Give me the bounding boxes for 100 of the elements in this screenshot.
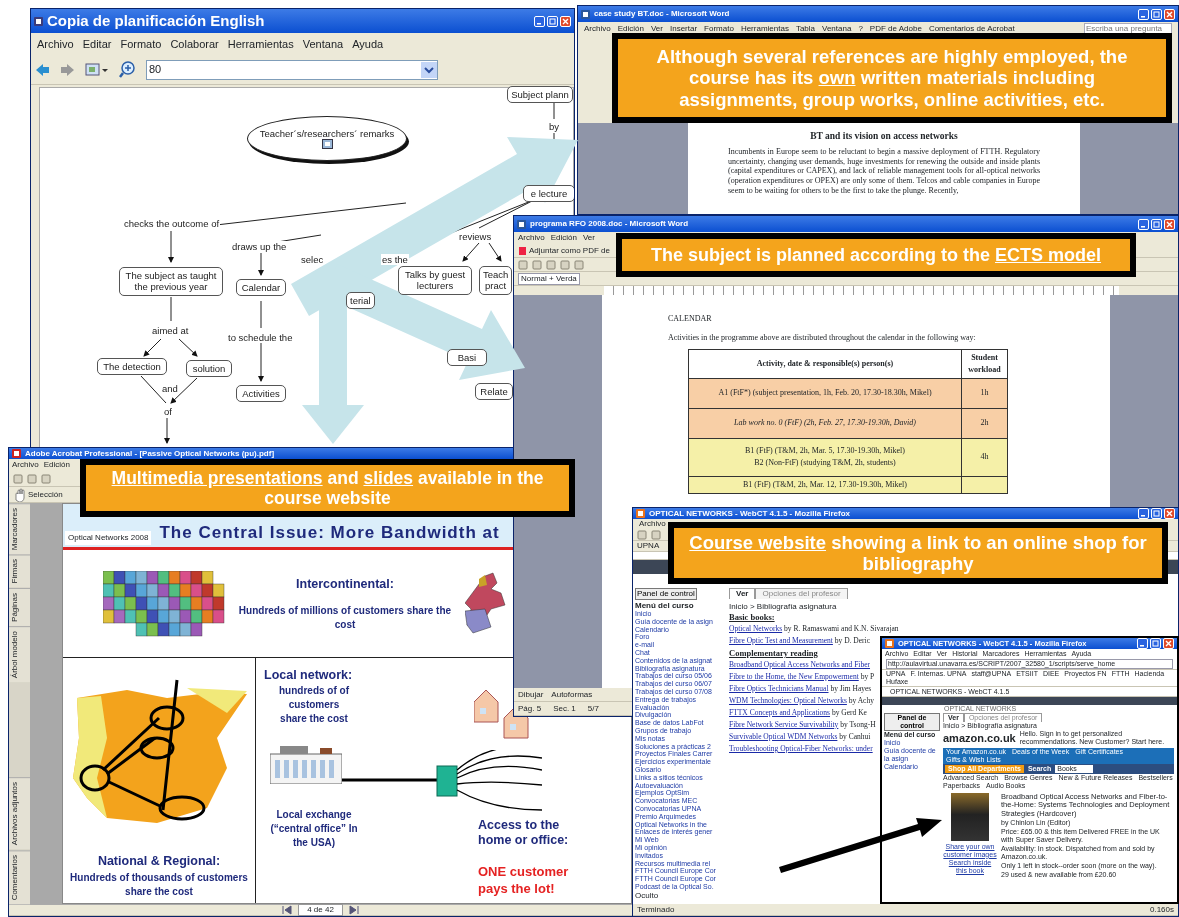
menu-item[interactable]: Comentarios de Acrobat — [928, 22, 1015, 35]
minimize-button[interactable] — [534, 15, 545, 27]
concept-node[interactable]: terial — [346, 292, 375, 310]
menu-item[interactable]: Formato — [120, 35, 162, 53]
menu-item[interactable]: Herramientas — [227, 35, 294, 53]
first-page-icon[interactable] — [282, 905, 293, 915]
concept-node[interactable]: Teach pract — [479, 266, 512, 295]
select-tool[interactable]: Selección — [28, 488, 63, 501]
tab[interactable]: Ver — [729, 588, 756, 599]
side-tab[interactable]: Archivos adjuntos — [9, 777, 30, 850]
menu-item[interactable]: Archivo — [37, 35, 74, 53]
forward-arrow-icon[interactable] — [60, 62, 75, 77]
page-field[interactable]: 4 de 42 — [298, 904, 343, 916]
close-button[interactable] — [1163, 638, 1174, 649]
side-tab[interactable]: Árbol modelo — [9, 625, 30, 682]
menu-item[interactable]: Ayuda — [352, 35, 384, 53]
side-tab[interactable]: Marcadores — [9, 503, 30, 555]
concept-node[interactable]: Relate — [475, 383, 513, 401]
menu-item[interactable]: Editar — [82, 35, 112, 53]
breadcrumb-text: Inicio > Bibliografía asignatura — [729, 601, 837, 611]
toolbar-button[interactable]: Autoformas — [551, 688, 593, 701]
toolbar-icon[interactable] — [574, 259, 584, 270]
concept-node[interactable]: The subject as taught the previous year — [119, 267, 223, 296]
concept-node[interactable]: Activities — [236, 385, 286, 403]
slide-text: hundreds of of customers share the cost — [278, 684, 350, 726]
menu-heading: Menú del curso — [635, 600, 695, 610]
close-button[interactable] — [1164, 218, 1175, 230]
view-menu-icon[interactable] — [85, 62, 109, 77]
concept-node[interactable]: Basi — [447, 349, 487, 367]
maximize-button[interactable] — [1150, 638, 1161, 649]
toolbar-icon[interactable] — [560, 259, 570, 270]
menu-item[interactable]: Archivo — [639, 518, 666, 530]
close-button[interactable] — [1164, 8, 1175, 20]
toolbar-icon[interactable] — [41, 473, 51, 484]
side-tab[interactable]: Firmas — [9, 554, 30, 588]
style-field[interactable]: Normal + Verda — [518, 272, 580, 285]
menu-item[interactable]: Ver — [582, 232, 595, 244]
menu-item[interactable]: Edición — [43, 459, 70, 471]
connector-arrow — [164, 417, 170, 444]
side-tab[interactable]: Comentarios — [9, 849, 30, 904]
pdf-icon — [518, 245, 527, 256]
menu-item[interactable]: Archivo — [584, 22, 611, 35]
menu-item[interactable]: Edición — [550, 232, 577, 244]
attach-button[interactable]: Adjuntar como PDF de — [529, 244, 610, 257]
minimize-button[interactable] — [1137, 638, 1148, 649]
hand-tool-icon[interactable] — [13, 487, 26, 502]
section-heading: Complementary reading — [729, 647, 818, 659]
menu-item[interactable]: Tabla — [795, 22, 815, 35]
concept-node[interactable]: Calendar — [236, 279, 286, 297]
node-label: Teacher´s/researchers´ remarks — [259, 127, 395, 140]
close-icon — [1165, 640, 1172, 647]
maximize-button[interactable] — [1151, 218, 1162, 230]
slide-text: Hundreds of thousands of customers share the cost — [69, 871, 249, 899]
menu-item[interactable]: PDF de Adobe — [869, 22, 922, 35]
concept-node[interactable]: Talks by guest lecturers — [398, 266, 472, 295]
menu-item[interactable]: Archivo — [12, 459, 39, 471]
side-tab[interactable]: Páginas — [9, 587, 30, 626]
menu-item[interactable]: Formato — [704, 22, 734, 35]
concept-node[interactable]: e lecture — [523, 185, 574, 203]
toolbar-icon[interactable] — [637, 529, 647, 540]
section-title: CALENDAR — [668, 313, 713, 325]
toolbar-icon[interactable] — [13, 473, 23, 484]
menu-item[interactable]: Colaborar — [170, 35, 219, 53]
toolbar-icon[interactable] — [532, 259, 542, 270]
connector-arrow — [178, 338, 198, 357]
maximize-button[interactable] — [1151, 8, 1162, 20]
slide-heading: ONE customer pays the lot! — [478, 863, 570, 897]
menu-item[interactable]: ? — [858, 22, 863, 35]
help-field[interactable]: Escriba una pregunta — [1084, 23, 1172, 34]
tab[interactable]: Opciones del profesor — [755, 588, 848, 599]
toolbar-button[interactable]: Dibujar — [518, 688, 544, 701]
concept-node[interactable]: Subject plann — [507, 86, 573, 104]
menu-item[interactable]: Ver — [650, 22, 663, 35]
bookmark-link[interactable]: UPNA — [637, 540, 660, 552]
toolbar-icon[interactable] — [546, 259, 556, 270]
zoom-icon[interactable] — [119, 61, 136, 78]
control-panel-button[interactable]: Panel de control — [635, 588, 697, 600]
toolbar-icon[interactable] — [27, 473, 37, 484]
app-icon — [885, 639, 894, 648]
menu-item[interactable]: Edición — [617, 22, 644, 35]
concept-node[interactable]: Teacher´s/researchers´ remarks — [247, 116, 407, 161]
menu-item[interactable]: Ventana — [822, 22, 852, 35]
connector-arrow — [143, 338, 162, 357]
close-button[interactable] — [560, 15, 571, 27]
menu-item[interactable]: Insertar — [669, 22, 698, 35]
concept-node[interactable]: solution — [186, 360, 232, 378]
toolbar-icon[interactable] — [651, 529, 661, 540]
minimize-button[interactable] — [1138, 218, 1149, 230]
minimize-button[interactable] — [1138, 8, 1149, 20]
menu-item[interactable]: Herramientas — [740, 22, 789, 35]
menu-item[interactable]: Archivo — [518, 232, 545, 244]
concept-node[interactable]: The detection — [97, 358, 167, 376]
toolbar-icon[interactable] — [518, 259, 528, 270]
back-arrow-icon[interactable] — [35, 62, 50, 77]
last-page-icon[interactable] — [348, 905, 359, 915]
zoom-field[interactable]: 80 — [146, 59, 438, 80]
menu-item[interactable]: Ventana — [302, 35, 344, 53]
resource-icon[interactable] — [321, 139, 333, 150]
maximize-button[interactable] — [547, 15, 558, 27]
callout-text: Course website showing a link to an online shop for bibliography — [688, 531, 1148, 575]
